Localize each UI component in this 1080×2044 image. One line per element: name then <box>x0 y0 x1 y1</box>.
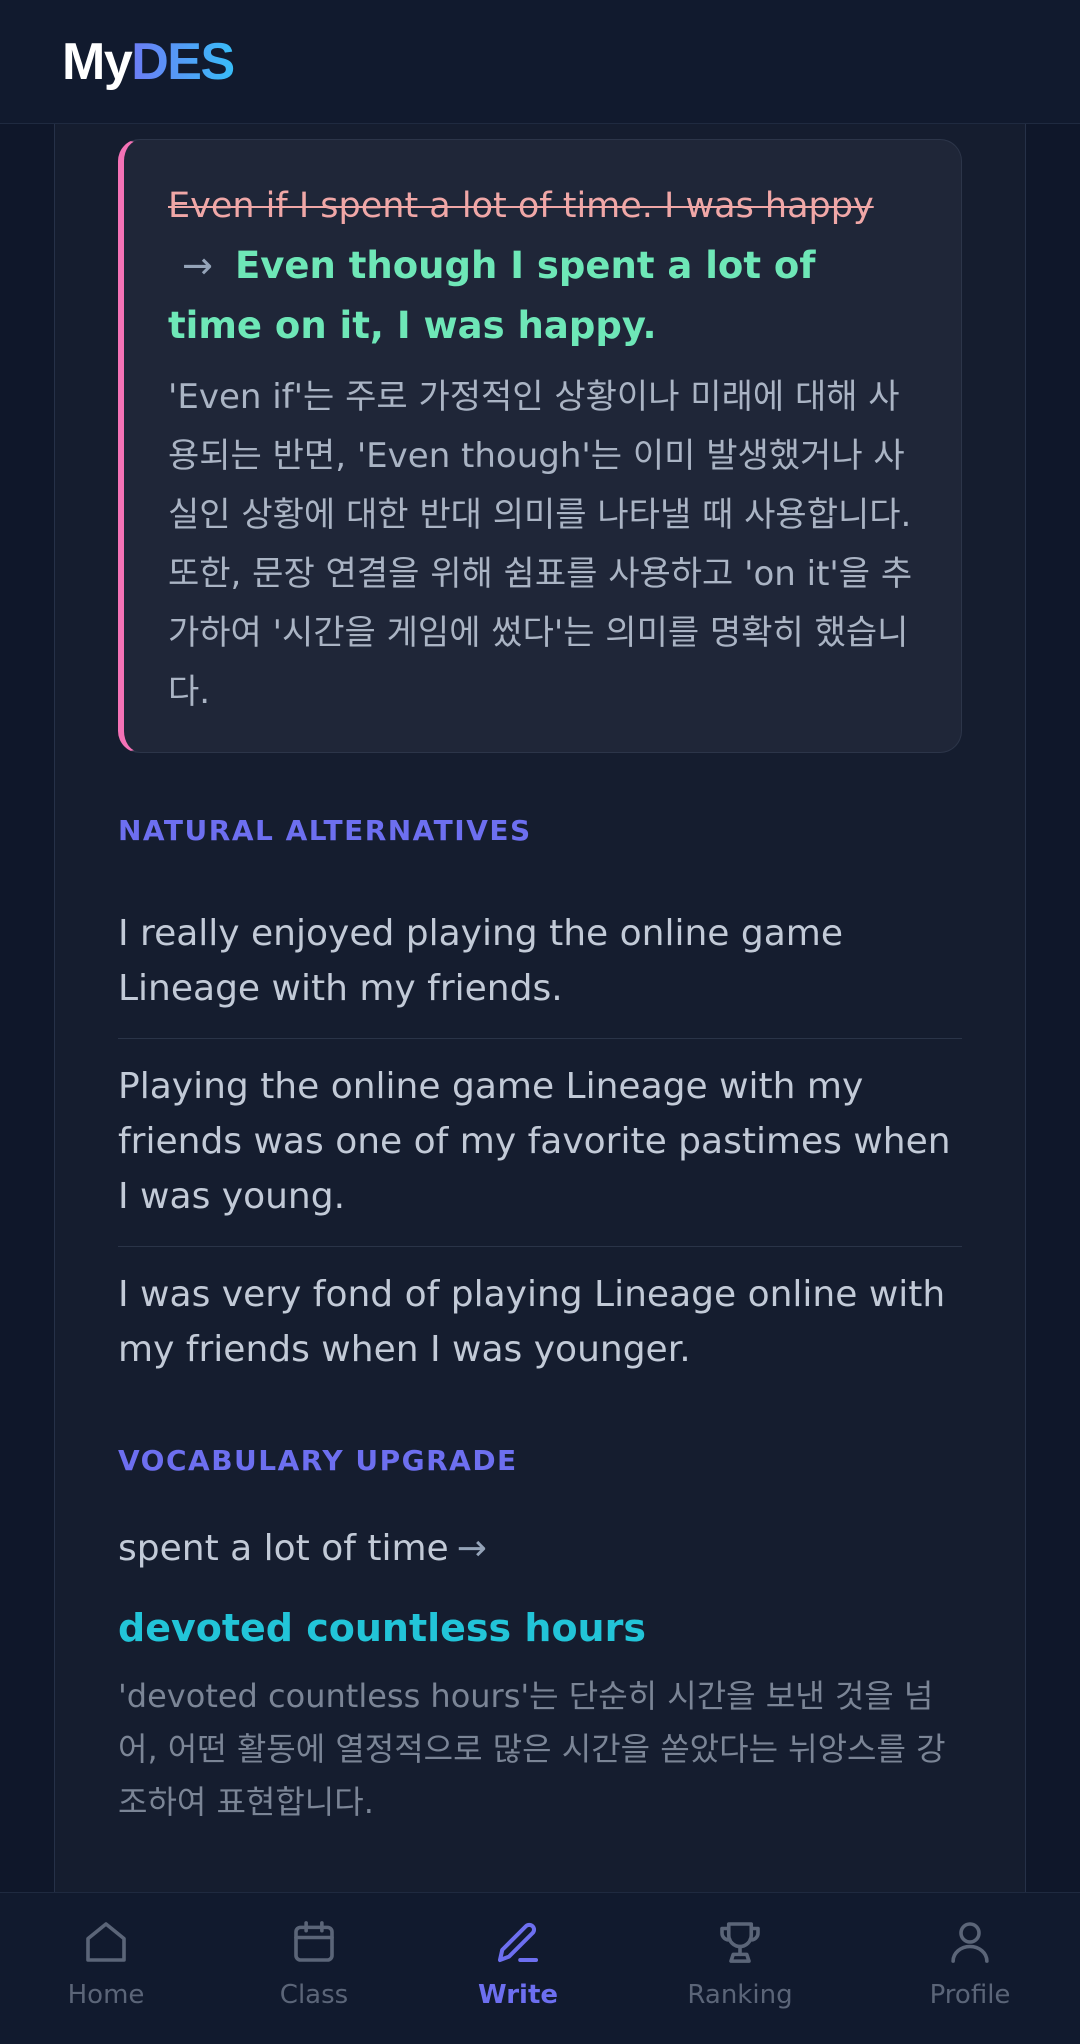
original-sentence: Even if I spent a lot of time. I was hap… <box>168 186 874 226</box>
corrected-sentence: Even though I spent a lot of time on it,… <box>168 244 816 347</box>
brand-des: DES <box>131 33 235 91</box>
nav-home[interactable]: Home <box>26 1915 186 2011</box>
vocab-explanation: 'devoted countless hours'는 단순히 시간을 보낸 것을… <box>118 1677 946 1821</box>
app-header: MyDES <box>0 0 1080 124</box>
nav-class[interactable]: Class <box>234 1915 394 2011</box>
nav-class-label: Class <box>279 1980 349 2010</box>
nav-profile[interactable]: Profile <box>890 1915 1050 2011</box>
nav-home-label: Home <box>67 1980 145 2010</box>
nav-ranking[interactable]: Ranking <box>660 1915 820 2011</box>
alternative-item: Playing the online game Lineage with my … <box>118 1039 962 1247</box>
nav-profile-label: Profile <box>929 1980 1011 2010</box>
correction-explanation: 'Even if'는 주로 가정적인 상황이나 미래에 대해 사용되는 반면, … <box>168 377 913 712</box>
feedback-panel: Even if I spent a lot of time. I was hap… <box>54 124 1026 1892</box>
vocab-original-phrase-line: spent a lot of time → <box>118 1519 487 1579</box>
calendar-icon <box>294 1921 334 1962</box>
vocab-upgraded-phrase: devoted countless hours <box>118 1606 646 1650</box>
home-icon <box>86 1922 126 1962</box>
pencil-icon <box>497 1922 539 1963</box>
natural-alternatives-heading: NATURAL ALTERNATIVES <box>118 814 532 847</box>
correction-card: Even if I spent a lot of time. I was hap… <box>118 139 962 753</box>
user-icon <box>951 1922 989 1963</box>
trophy-icon <box>720 1922 760 1963</box>
arrow-right-icon: → <box>456 1528 487 1569</box>
alternatives-list: I really enjoyed playing the online game… <box>118 886 962 1399</box>
corrected-sentence-line: → Even though I spent a lot of time on it… <box>168 236 917 356</box>
alternative-item: I was very fond of playing Lineage onlin… <box>118 1274 946 1370</box>
brand-my: My <box>62 33 133 91</box>
vocabulary-upgrade-heading: VOCABULARY UPGRADE <box>118 1444 518 1477</box>
alternative-item: I really enjoyed playing the online game… <box>118 886 962 1039</box>
vocab-original-phrase: spent a lot of time <box>118 1528 449 1569</box>
app-logo[interactable]: MyDES <box>62 30 235 94</box>
bottom-nav: Home Class Write Ranking Profile <box>0 1892 1080 2044</box>
nav-write-label: Write <box>477 1980 559 2010</box>
nav-write[interactable]: Write <box>438 1915 598 2011</box>
nav-ranking-label: Ranking <box>687 1980 793 2010</box>
arrow-right-icon: → <box>182 244 214 287</box>
